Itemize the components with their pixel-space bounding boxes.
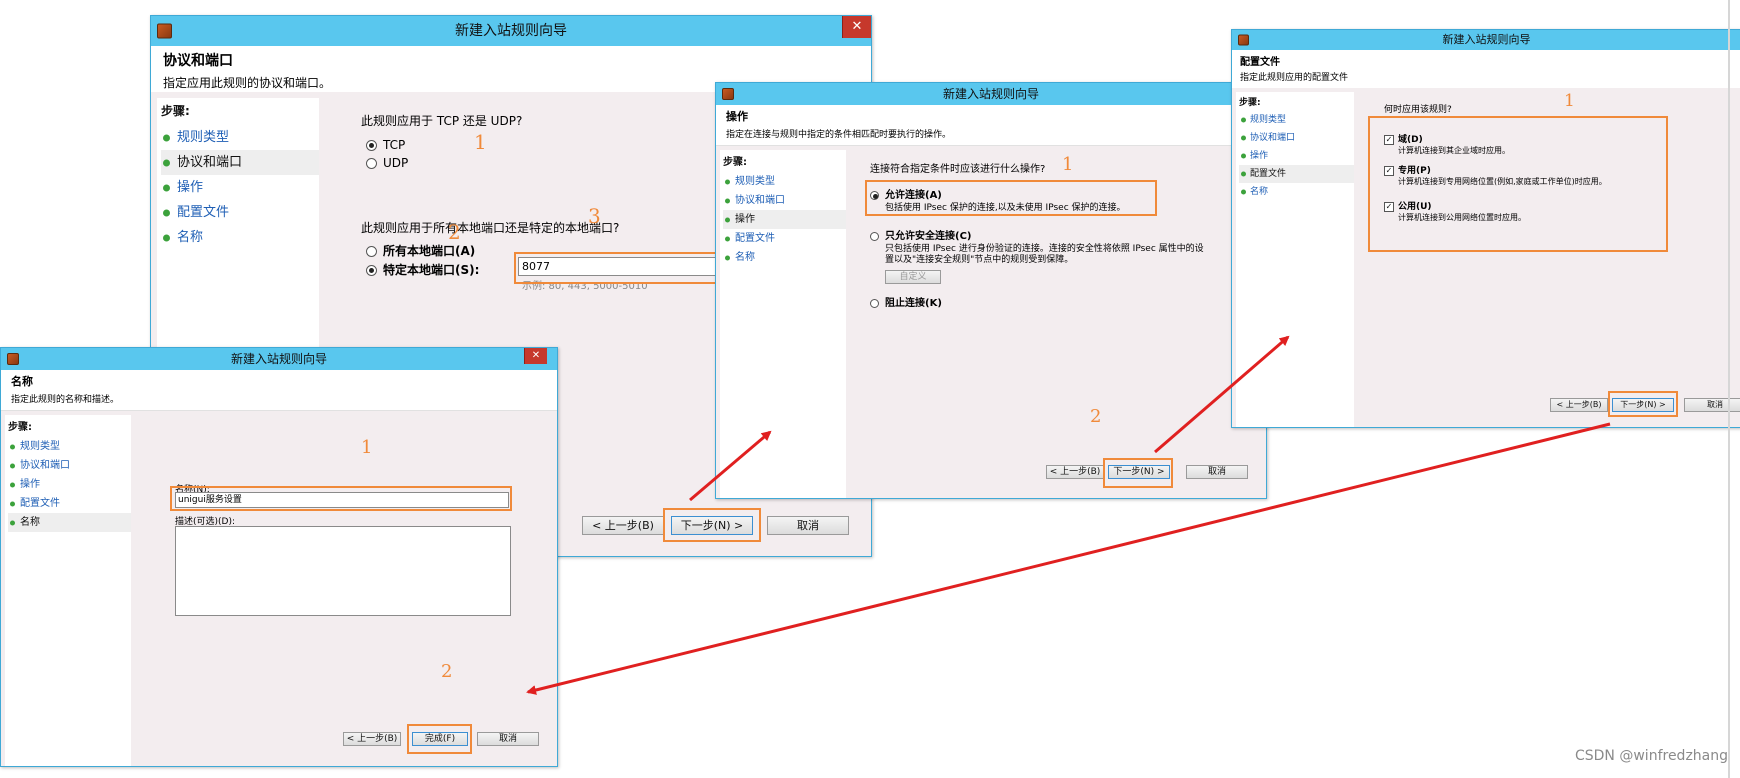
arrow-to-name bbox=[526, 422, 1611, 695]
watermark: CSDN @winfredzhang bbox=[1574, 748, 1728, 764]
annotation-arrows bbox=[526, 335, 1611, 695]
screen-edge bbox=[1728, 0, 1730, 778]
arrow-to-profile bbox=[1154, 335, 1290, 454]
arrow-to-action bbox=[689, 430, 772, 502]
